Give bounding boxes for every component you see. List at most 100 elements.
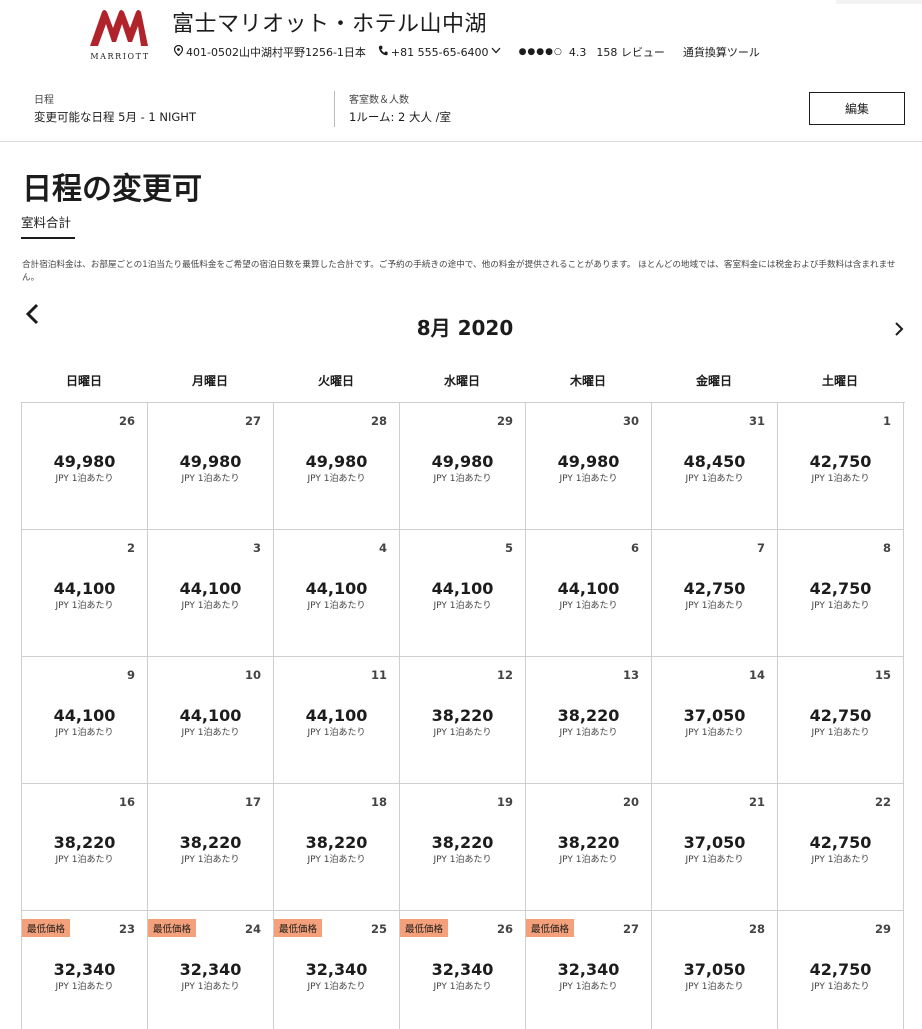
hotel-phone[interactable]: +81 555-65-6400: [391, 46, 489, 59]
price-unit: JPY 1泊あたり: [181, 728, 240, 738]
calendar-day-cell[interactable]: 28 37,050 JPY 1泊あたり: [652, 911, 778, 1029]
price-unit: JPY 1泊あたり: [55, 601, 114, 611]
nightly-price: 38,220: [557, 833, 620, 852]
nightly-price: 44,100: [53, 579, 116, 598]
location-pin-icon: [173, 44, 184, 59]
calendar-day-cell[interactable]: 最低価格 26 32,340 JPY 1泊あたり: [400, 911, 526, 1029]
calendar-day-cell[interactable]: 4 44,100 JPY 1泊あたり: [274, 530, 400, 657]
calendar-day-cell[interactable]: 最低価格 23 32,340 JPY 1泊あたり: [22, 911, 148, 1029]
lowest-price-badge: 最低価格: [274, 919, 323, 937]
day-number: 30: [622, 414, 639, 428]
price-unit: JPY 1泊あたり: [181, 601, 240, 611]
calendar-day-cell[interactable]: 30 49,980 JPY 1泊あたり: [526, 403, 652, 530]
price-unit: JPY 1泊あたり: [811, 728, 870, 738]
price-unit: JPY 1泊あたり: [559, 601, 618, 611]
day-number: 2: [126, 541, 135, 555]
calendar-day-cell[interactable]: 29 42,750 JPY 1泊あたり: [778, 911, 904, 1029]
nightly-price: 38,220: [305, 833, 368, 852]
weekday-thu: 木曜日: [569, 374, 606, 388]
calendar-day-cell[interactable]: 7 42,750 JPY 1泊あたり: [652, 530, 778, 657]
price-unit: JPY 1泊あたり: [433, 474, 492, 484]
day-number: 28: [748, 922, 765, 936]
calendar-day-cell[interactable]: 最低価格 27 32,340 JPY 1泊あたり: [526, 911, 652, 1029]
calendar-day-cell[interactable]: 13 38,220 JPY 1泊あたり: [526, 657, 652, 784]
nightly-price: 38,220: [53, 833, 116, 852]
day-number: 6: [630, 541, 639, 555]
lowest-price-badge: 最低価格: [22, 919, 71, 937]
calendar-day-cell[interactable]: 29 49,980 JPY 1泊あたり: [400, 403, 526, 530]
weekday-sat: 土曜日: [821, 374, 858, 388]
day-number: 15: [874, 668, 891, 682]
calendar-day-cell[interactable]: 最低価格 24 32,340 JPY 1泊あたり: [148, 911, 274, 1029]
price-unit: JPY 1泊あたり: [307, 855, 366, 865]
dates-field[interactable]: 日程 変更可能な日程 5月 - 1 NIGHT: [34, 91, 196, 125]
price-unit: JPY 1泊あたり: [55, 855, 114, 865]
calendar-day-cell[interactable]: 20 38,220 JPY 1泊あたり: [526, 784, 652, 911]
price-unit: JPY 1泊あたり: [433, 728, 492, 738]
calendar-day-cell[interactable]: 5 44,100 JPY 1泊あたり: [400, 530, 526, 657]
calendar-day-cell[interactable]: 3 44,100 JPY 1泊あたり: [148, 530, 274, 657]
calendar-day-cell[interactable]: 16 38,220 JPY 1泊あたり: [22, 784, 148, 911]
next-month-arrow-icon[interactable]: [892, 320, 906, 338]
rooms-field[interactable]: 客室数＆人数 1ルーム: 2 大人 /室: [349, 91, 451, 125]
lowest-price-badge: 最低価格: [400, 919, 449, 937]
calendar-day-cell[interactable]: 8 42,750 JPY 1泊あたり: [778, 530, 904, 657]
calendar-day-cell[interactable]: 1 42,750 JPY 1泊あたり: [778, 403, 904, 530]
nightly-price: 38,220: [557, 706, 620, 725]
price-unit: JPY 1泊あたり: [685, 728, 744, 738]
calendar-day-cell[interactable]: 21 37,050 JPY 1泊あたり: [652, 784, 778, 911]
day-number: 19: [496, 795, 513, 809]
calendar-day-cell[interactable]: 27 49,980 JPY 1泊あたり: [148, 403, 274, 530]
calendar-day-cell[interactable]: 11 44,100 JPY 1泊あたり: [274, 657, 400, 784]
chevron-down-icon[interactable]: [491, 47, 501, 57]
hotel-address[interactable]: 401-0502山中湖村平野1256-1日本: [186, 44, 366, 60]
day-number: 11: [370, 668, 387, 682]
calendar-day-cell[interactable]: 10 44,100 JPY 1泊あたり: [148, 657, 274, 784]
nightly-price: 49,980: [431, 452, 494, 471]
calendar-day-cell[interactable]: 12 38,220 JPY 1泊あたり: [400, 657, 526, 784]
price-unit: JPY 1泊あたり: [811, 474, 870, 484]
calendar-day-cell[interactable]: 26 49,980 JPY 1泊あたり: [22, 403, 148, 530]
edit-button[interactable]: 編集: [809, 92, 905, 125]
calendar-day-cell[interactable]: 19 38,220 JPY 1泊あたり: [400, 784, 526, 911]
day-number: 27: [244, 414, 261, 428]
calendar-day-cell[interactable]: 31 48,450 JPY 1泊あたり: [652, 403, 778, 530]
dates-value: 変更可能な日程 5月 - 1 NIGHT: [34, 110, 196, 124]
marriott-logo[interactable]: MARRIOTT: [82, 6, 156, 66]
nightly-price: 37,050: [683, 833, 746, 852]
day-number: 7: [756, 541, 765, 555]
day-number: 17: [244, 795, 261, 809]
calendar-day-cell[interactable]: 6 44,100 JPY 1泊あたり: [526, 530, 652, 657]
calendar-day-cell[interactable]: 2 44,100 JPY 1泊あたり: [22, 530, 148, 657]
weekday-sun: 日曜日: [65, 374, 102, 388]
calendar-day-cell[interactable]: 22 42,750 JPY 1泊あたり: [778, 784, 904, 911]
currency-converter-link[interactable]: 通貨換算ツール: [683, 44, 760, 60]
day-number: 20: [622, 795, 639, 809]
hotel-meta: 401-0502山中湖村平野1256-1日本 +81 555-65-6400 ●…: [173, 44, 760, 60]
day-number: 23: [118, 922, 135, 936]
day-number: 4: [378, 541, 387, 555]
brand-wordmark: MARRIOTT: [90, 52, 150, 61]
calendar-day-cell[interactable]: 15 42,750 JPY 1泊あたり: [778, 657, 904, 784]
calendar-day-cell[interactable]: 17 38,220 JPY 1泊あたり: [148, 784, 274, 911]
price-unit: JPY 1泊あたり: [307, 601, 366, 611]
nightly-price: 44,100: [431, 579, 494, 598]
nightly-price: 44,100: [305, 706, 368, 725]
day-number: 25: [370, 922, 387, 936]
reviews-link[interactable]: 158 レビュー: [596, 44, 665, 60]
nightly-price: 42,750: [809, 706, 872, 725]
calendar-day-cell[interactable]: 最低価格 25 32,340 JPY 1泊あたり: [274, 911, 400, 1029]
calendar-day-cell[interactable]: 14 37,050 JPY 1泊あたり: [652, 657, 778, 784]
tab-room-total[interactable]: 室料合計: [21, 212, 75, 239]
weekday-mon: 月曜日: [191, 374, 228, 388]
nightly-price: 42,750: [809, 452, 872, 471]
price-unit: JPY 1泊あたり: [559, 982, 618, 992]
day-number: 10: [244, 668, 261, 682]
price-unit: JPY 1泊あたり: [433, 982, 492, 992]
phone-icon: [378, 45, 388, 59]
nightly-price: 42,750: [809, 579, 872, 598]
calendar-day-cell[interactable]: 28 49,980 JPY 1泊あたり: [274, 403, 400, 530]
calendar-day-cell[interactable]: 18 38,220 JPY 1泊あたり: [274, 784, 400, 911]
nightly-price: 44,100: [179, 706, 242, 725]
calendar-day-cell[interactable]: 9 44,100 JPY 1泊あたり: [22, 657, 148, 784]
